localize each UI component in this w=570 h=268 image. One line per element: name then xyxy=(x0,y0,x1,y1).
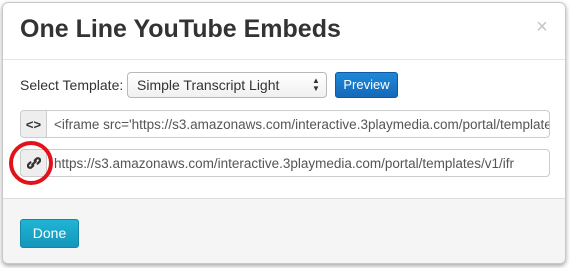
dialog-body: Select Template: Simple Transcript Light… xyxy=(3,60,565,198)
iframe-embed-row: <> <iframe src='https://s3.amazonaws.com… xyxy=(20,110,550,138)
select-arrows-icon: ▲ ▼ xyxy=(312,76,320,93)
link-embed-row: https://s3.amazonaws.com/interactive.3pl… xyxy=(9,141,550,185)
link-icon-svg xyxy=(26,157,41,169)
template-select-value: Simple Transcript Light xyxy=(137,77,280,93)
iframe-code-field[interactable]: <iframe src='https://s3.amazonaws.com/in… xyxy=(46,110,550,138)
dialog-footer: Done xyxy=(3,198,565,263)
code-icon: <> xyxy=(20,110,47,138)
link-url-field[interactable]: https://s3.amazonaws.com/interactive.3pl… xyxy=(46,149,550,177)
link-icon xyxy=(20,149,47,177)
dialog-title: One Line YouTube Embeds xyxy=(20,15,341,43)
code-icon-glyph: <> xyxy=(25,116,42,132)
close-button[interactable]: × xyxy=(534,17,550,37)
template-label: Select Template: xyxy=(20,77,124,93)
preview-button[interactable]: Preview xyxy=(335,72,398,98)
done-button[interactable]: Done xyxy=(20,219,79,248)
dialog-header: One Line YouTube Embeds × xyxy=(3,3,565,60)
embed-dialog: One Line YouTube Embeds × Select Templat… xyxy=(2,2,566,264)
template-select[interactable]: Simple Transcript Light ▲ ▼ xyxy=(127,72,327,98)
